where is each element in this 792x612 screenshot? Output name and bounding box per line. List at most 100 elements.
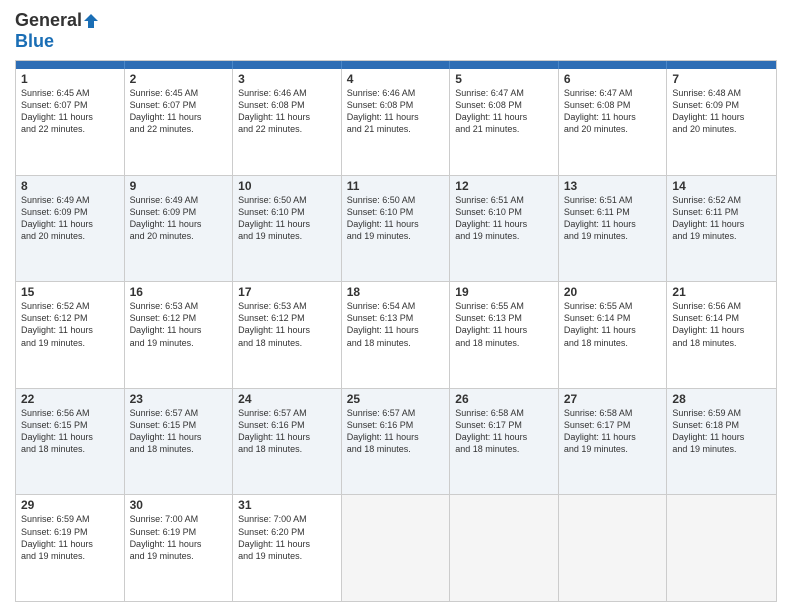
logo-general: General	[15, 10, 82, 31]
day-number: 4	[347, 72, 445, 86]
day-info: Sunrise: 6:58 AMSunset: 6:17 PMDaylight:…	[564, 407, 662, 456]
cal-cell: 28Sunrise: 6:59 AMSunset: 6:18 PMDayligh…	[667, 389, 776, 495]
cal-cell: 30Sunrise: 7:00 AMSunset: 6:19 PMDayligh…	[125, 495, 234, 601]
day-header-fri	[559, 61, 668, 69]
logo-bird-icon	[83, 13, 99, 29]
calendar-body: 1 Sunrise: 6:45 AMSunset: 6:07 PMDaylight…	[16, 69, 776, 601]
day-number: 22	[21, 392, 119, 406]
day-info: Sunrise: 6:58 AMSunset: 6:17 PMDaylight:…	[455, 407, 553, 456]
day-number: 11	[347, 179, 445, 193]
day-number: 15	[21, 285, 119, 299]
cal-cell: 21Sunrise: 6:56 AMSunset: 6:14 PMDayligh…	[667, 282, 776, 388]
day-number: 10	[238, 179, 336, 193]
day-info: Sunrise: 6:55 AMSunset: 6:14 PMDaylight:…	[564, 300, 662, 349]
day-number: 18	[347, 285, 445, 299]
header: General Blue	[15, 10, 777, 52]
day-number: 20	[564, 285, 662, 299]
day-info: Sunrise: 6:45 AMSunset: 6:07 PMDaylight:…	[130, 87, 228, 136]
day-info: Sunrise: 6:56 AMSunset: 6:15 PMDaylight:…	[21, 407, 119, 456]
day-info: Sunrise: 6:50 AMSunset: 6:10 PMDaylight:…	[347, 194, 445, 243]
logo-blue: Blue	[15, 31, 54, 52]
day-info: Sunrise: 6:49 AMSunset: 6:09 PMDaylight:…	[21, 194, 119, 243]
cal-cell: 3Sunrise: 6:46 AMSunset: 6:08 PMDaylight…	[233, 69, 342, 175]
cal-cell: 12Sunrise: 6:51 AMSunset: 6:10 PMDayligh…	[450, 176, 559, 282]
day-number: 14	[672, 179, 771, 193]
day-header-sat	[667, 61, 776, 69]
day-number: 25	[347, 392, 445, 406]
day-info: Sunrise: 6:52 AMSunset: 6:11 PMDaylight:…	[672, 194, 771, 243]
day-info: Sunrise: 6:48 AMSunset: 6:09 PMDaylight:…	[672, 87, 771, 136]
calendar-row: 1 Sunrise: 6:45 AMSunset: 6:07 PMDaylight…	[16, 69, 776, 175]
day-info: Sunrise: 6:57 AMSunset: 6:15 PMDaylight:…	[130, 407, 228, 456]
cal-cell: 24Sunrise: 6:57 AMSunset: 6:16 PMDayligh…	[233, 389, 342, 495]
cal-cell: 4Sunrise: 6:46 AMSunset: 6:08 PMDaylight…	[342, 69, 451, 175]
day-number: 29	[21, 498, 119, 512]
cal-cell: 20Sunrise: 6:55 AMSunset: 6:14 PMDayligh…	[559, 282, 668, 388]
day-info: Sunrise: 6:49 AMSunset: 6:09 PMDaylight:…	[130, 194, 228, 243]
day-info: Sunrise: 6:56 AMSunset: 6:14 PMDaylight:…	[672, 300, 771, 349]
cal-cell: 10Sunrise: 6:50 AMSunset: 6:10 PMDayligh…	[233, 176, 342, 282]
day-info: Sunrise: 6:57 AMSunset: 6:16 PMDaylight:…	[238, 407, 336, 456]
day-info: Sunrise: 6:47 AMSunset: 6:08 PMDaylight:…	[455, 87, 553, 136]
day-info: Sunrise: 6:59 AMSunset: 6:18 PMDaylight:…	[672, 407, 771, 456]
cal-cell: 25Sunrise: 6:57 AMSunset: 6:16 PMDayligh…	[342, 389, 451, 495]
day-header-sun	[16, 61, 125, 69]
cal-cell: 13Sunrise: 6:51 AMSunset: 6:11 PMDayligh…	[559, 176, 668, 282]
day-number: 24	[238, 392, 336, 406]
day-info: Sunrise: 6:57 AMSunset: 6:16 PMDaylight:…	[347, 407, 445, 456]
cal-cell: 15Sunrise: 6:52 AMSunset: 6:12 PMDayligh…	[16, 282, 125, 388]
day-number: 30	[130, 498, 228, 512]
day-number: 13	[564, 179, 662, 193]
day-number: 9	[130, 179, 228, 193]
day-header-mon	[125, 61, 234, 69]
calendar-row: 29Sunrise: 6:59 AMSunset: 6:19 PMDayligh…	[16, 494, 776, 601]
calendar-row: 15Sunrise: 6:52 AMSunset: 6:12 PMDayligh…	[16, 281, 776, 388]
calendar-row: 8Sunrise: 6:49 AMSunset: 6:09 PMDaylight…	[16, 175, 776, 282]
cal-cell: 26Sunrise: 6:58 AMSunset: 6:17 PMDayligh…	[450, 389, 559, 495]
cal-cell: 2Sunrise: 6:45 AMSunset: 6:07 PMDaylight…	[125, 69, 234, 175]
cal-cell: 16Sunrise: 6:53 AMSunset: 6:12 PMDayligh…	[125, 282, 234, 388]
page: General Blue 1 Sunrise: 6:45 AMSunset: 6:…	[0, 0, 792, 612]
day-number: 6	[564, 72, 662, 86]
cal-cell	[342, 495, 451, 601]
day-number: 31	[238, 498, 336, 512]
day-info: Sunrise: 6:53 AMSunset: 6:12 PMDaylight:…	[130, 300, 228, 349]
cal-cell: 22Sunrise: 6:56 AMSunset: 6:15 PMDayligh…	[16, 389, 125, 495]
day-header-thu	[450, 61, 559, 69]
calendar: 1 Sunrise: 6:45 AMSunset: 6:07 PMDaylight…	[15, 60, 777, 602]
day-number: 23	[130, 392, 228, 406]
day-info: Sunrise: 6:59 AMSunset: 6:19 PMDaylight:…	[21, 513, 119, 562]
cal-cell: 18Sunrise: 6:54 AMSunset: 6:13 PMDayligh…	[342, 282, 451, 388]
cal-cell: 27Sunrise: 6:58 AMSunset: 6:17 PMDayligh…	[559, 389, 668, 495]
day-number: 5	[455, 72, 553, 86]
day-number: 26	[455, 392, 553, 406]
day-header-tue	[233, 61, 342, 69]
day-info: Sunrise: 6:50 AMSunset: 6:10 PMDaylight:…	[238, 194, 336, 243]
day-number: 27	[564, 392, 662, 406]
day-number: 28	[672, 392, 771, 406]
day-info: Sunrise: 6:51 AMSunset: 6:10 PMDaylight:…	[455, 194, 553, 243]
cal-cell: 19Sunrise: 6:55 AMSunset: 6:13 PMDayligh…	[450, 282, 559, 388]
day-info: Sunrise: 6:54 AMSunset: 6:13 PMDaylight:…	[347, 300, 445, 349]
cal-cell: 17Sunrise: 6:53 AMSunset: 6:12 PMDayligh…	[233, 282, 342, 388]
day-info: Sunrise: 6:46 AMSunset: 6:08 PMDaylight:…	[347, 87, 445, 136]
day-info: Sunrise: 6:53 AMSunset: 6:12 PMDaylight:…	[238, 300, 336, 349]
cal-cell: 9Sunrise: 6:49 AMSunset: 6:09 PMDaylight…	[125, 176, 234, 282]
calendar-row: 22Sunrise: 6:56 AMSunset: 6:15 PMDayligh…	[16, 388, 776, 495]
day-info: Sunrise: 6:47 AMSunset: 6:08 PMDaylight:…	[564, 87, 662, 136]
cal-cell: 11Sunrise: 6:50 AMSunset: 6:10 PMDayligh…	[342, 176, 451, 282]
day-number: 1	[21, 72, 119, 86]
day-info: Sunrise: 7:00 AMSunset: 6:19 PMDaylight:…	[130, 513, 228, 562]
cal-cell	[559, 495, 668, 601]
day-number: 21	[672, 285, 771, 299]
day-number: 8	[21, 179, 119, 193]
cal-cell: 29Sunrise: 6:59 AMSunset: 6:19 PMDayligh…	[16, 495, 125, 601]
day-number: 16	[130, 285, 228, 299]
cal-cell: 7Sunrise: 6:48 AMSunset: 6:09 PMDaylight…	[667, 69, 776, 175]
cal-cell: 1Sunrise: 6:45 AMSunset: 6:07 PMDaylight…	[16, 69, 125, 175]
day-info: Sunrise: 6:46 AMSunset: 6:08 PMDaylight:…	[238, 87, 336, 136]
cal-cell: 23Sunrise: 6:57 AMSunset: 6:15 PMDayligh…	[125, 389, 234, 495]
day-number: 2	[130, 72, 228, 86]
day-number: 17	[238, 285, 336, 299]
cal-cell: 6Sunrise: 6:47 AMSunset: 6:08 PMDaylight…	[559, 69, 668, 175]
